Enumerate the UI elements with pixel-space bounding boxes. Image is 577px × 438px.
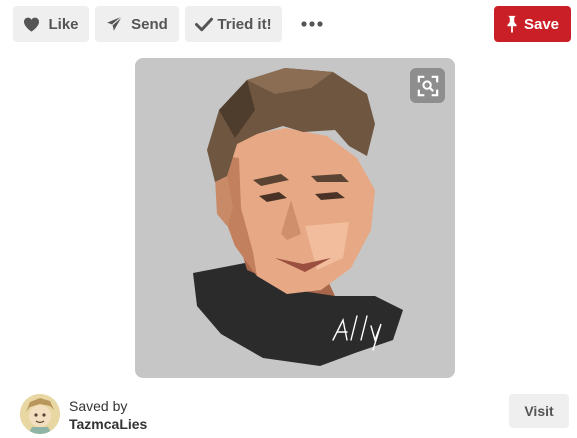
send-button[interactable]: Send: [95, 6, 179, 42]
like-button[interactable]: Like: [13, 6, 89, 42]
visit-button[interactable]: Visit: [509, 394, 569, 428]
avatar-cartoon-face: [20, 394, 60, 434]
saved-by-section: Saved by TazmcaLies Visit: [0, 388, 577, 438]
pin-action-bar: Like Send Tried it! Save: [0, 0, 577, 50]
tried-it-label: Tried it!: [217, 15, 272, 33]
expand-magnify-icon: [417, 75, 438, 96]
more-dots-icon: [301, 21, 323, 27]
save-button[interactable]: Save: [494, 6, 571, 42]
saved-by-label: Saved by: [69, 398, 128, 414]
pin-image[interactable]: [135, 58, 455, 378]
portrait-illustration: [193, 68, 403, 366]
more-options-button[interactable]: [298, 14, 326, 34]
save-label: Save: [523, 15, 560, 33]
avatar[interactable]: [20, 394, 60, 434]
like-label: Like: [48, 15, 79, 33]
pushpin-icon: [507, 15, 517, 33]
paper-plane-icon: [107, 16, 123, 31]
checkmark-icon: [195, 17, 214, 31]
expand-image-button[interactable]: [410, 68, 445, 103]
heart-icon: [24, 17, 40, 32]
user-name-link[interactable]: TazmcaLies: [69, 416, 147, 432]
tried-it-button[interactable]: Tried it!: [185, 6, 282, 42]
send-label: Send: [131, 15, 168, 33]
